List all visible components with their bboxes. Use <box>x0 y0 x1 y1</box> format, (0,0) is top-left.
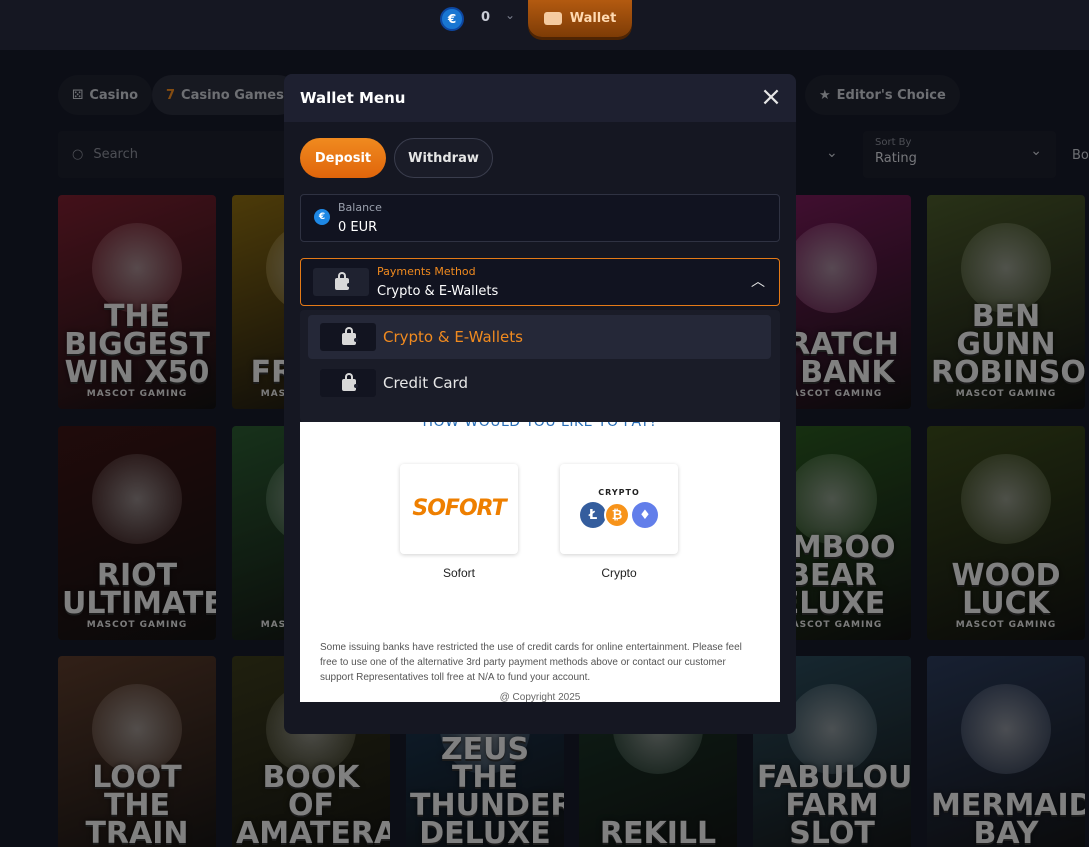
game-title: THE BIGGEST WIN X50 <box>64 299 210 390</box>
game-maker: MASCOT GAMING <box>86 620 188 630</box>
search-placeholder: Search <box>93 147 139 162</box>
sort-by-label: Sort By <box>875 137 912 148</box>
euro-currency-icon: € <box>314 209 330 225</box>
game-search-input[interactable]: ○ Search <box>58 131 298 178</box>
payment-method-dropdown: Crypto & E-Wallets Credit Card <box>300 310 780 422</box>
game-tile[interactable]: BEN GUNN ROBINSONMASCOT GAMING <box>927 195 1085 409</box>
category-label: Editor's Choice <box>836 87 946 103</box>
wallet-button[interactable]: Wallet <box>528 0 632 37</box>
disclaimer-text: Some issuing banks have restricted the u… <box>320 642 742 683</box>
seven-icon: 7 <box>166 87 176 103</box>
game-art <box>961 454 1051 544</box>
game-title: LOOT THE TRAIN <box>85 760 189 847</box>
option-credit-card[interactable]: Credit Card <box>308 361 771 405</box>
game-tile[interactable]: THE BIGGEST WIN X50 MASCOT GAMING <box>58 195 216 409</box>
sofort-method-card[interactable]: SOFORT <box>400 464 518 554</box>
game-maker: MASCOT GAMING <box>86 389 188 399</box>
payment-method-value: Crypto & E-Wallets <box>377 284 499 299</box>
provider-heading: HOW WOULD YOU LIKE TO PAY? <box>422 422 658 430</box>
bitcoin-icon: ₿ <box>604 502 630 528</box>
option-label: Crypto & E-Wallets <box>383 328 523 346</box>
tab-withdraw[interactable]: Withdraw <box>394 138 493 178</box>
balance-field: € Balance 0 EUR <box>300 194 780 242</box>
top-bar: € 0 ⌄ Wallet <box>0 0 1089 50</box>
game-title: MERMAID`S BAY <box>931 788 1085 847</box>
ethereum-icon: ♦ <box>632 502 658 528</box>
category-label: Casino <box>89 87 139 103</box>
sort-by-value: Rating <box>875 151 917 166</box>
category-casino-games-pill[interactable]: 7 Casino Games <box>152 75 298 115</box>
game-tile[interactable]: LOOT THE TRAINMASCOT GAMING <box>58 656 216 847</box>
game-title: ZEUS THE THUNDERER DELUXE <box>410 732 564 847</box>
game-maker: MASCOT GAMING <box>955 389 1057 399</box>
wallet-icon <box>543 12 562 25</box>
payment-method-select[interactable]: Payments Method Crypto & E-Wallets ︿ <box>300 258 780 306</box>
copyright-text: @ Copyright 2025 <box>499 692 581 702</box>
balance-value: 0 EUR <box>338 220 378 235</box>
category-editors-choice-pill[interactable]: ★ Editor's Choice <box>805 75 960 115</box>
game-title: BEN GUNN ROBINSON <box>931 299 1085 390</box>
chevron-down-icon[interactable]: ⌄ <box>826 145 838 161</box>
tab-deposit[interactable]: Deposit <box>300 138 386 178</box>
game-title: REKILL <box>599 816 717 847</box>
close-icon[interactable]: × <box>760 84 782 110</box>
option-label: Credit Card <box>383 374 468 392</box>
wallet-lock-icon <box>320 369 376 397</box>
game-tile[interactable]: MERMAID`S BAYMASCOT GAMING <box>927 656 1085 847</box>
sofort-logo: SOFORT <box>412 496 506 521</box>
option-crypto-e-wallets[interactable]: Crypto & E-Wallets <box>308 315 771 359</box>
wallet-lock-icon <box>320 323 376 351</box>
crypto-logo-text: CRYPTO <box>598 488 640 497</box>
sofort-method-name: Sofort <box>442 566 475 580</box>
chevron-down-icon: ⌄ <box>1030 143 1042 159</box>
wallet-lock-icon <box>313 268 369 296</box>
game-title: WOOD LUCK <box>951 558 1061 621</box>
game-art <box>92 454 182 544</box>
wallet-menu-modal: Wallet Menu × Deposit Withdraw € Balance… <box>284 74 796 734</box>
game-art <box>961 684 1051 774</box>
modal-title: Wallet Menu <box>300 89 406 107</box>
wallet-button-label: Wallet <box>569 11 617 26</box>
category-label: Casino Games <box>181 87 284 103</box>
game-tile[interactable]: RIOT ULTIMATE MASCOT GAMING <box>58 426 216 640</box>
game-title: RIOT ULTIMATE <box>62 558 216 621</box>
game-title: FABULOUS FARM SLOT <box>757 760 911 847</box>
crypto-method-name: Crypto <box>601 566 637 580</box>
modal-header: Wallet Menu <box>284 74 796 122</box>
game-title: BOOK OF AMATERASU <box>236 760 390 847</box>
chevron-down-icon[interactable]: ⌄ <box>505 8 515 22</box>
euro-currency-icon: € <box>440 7 464 31</box>
payment-method-label: Payments Method <box>377 265 476 278</box>
game-maker: MASCOT GAMING <box>955 620 1057 630</box>
litecoin-icon: Ł <box>580 502 606 528</box>
search-icon: ○ <box>72 147 84 162</box>
crypto-method-card[interactable]: CRYPTO Ł ₿ ♦ <box>560 464 678 554</box>
sort-by-select[interactable]: Sort By Rating ⌄ <box>863 131 1056 178</box>
balance-label: Balance <box>338 201 382 214</box>
dice-icon: ⚄ <box>72 87 84 103</box>
category-casino-pill[interactable]: ⚄ Casino <box>58 75 153 115</box>
cut-off-filter-label: Bo <box>1072 148 1089 163</box>
header-balance: 0 <box>481 10 491 25</box>
star-icon: ★ <box>819 87 831 103</box>
game-tile[interactable]: WOOD LUCK MASCOT GAMING <box>927 426 1085 640</box>
chevron-up-icon: ︿ <box>751 274 765 290</box>
payment-provider-panel: HOW WOULD YOU LIKE TO PAY? SOFORT Sofort… <box>300 422 780 702</box>
game-art <box>787 223 877 313</box>
